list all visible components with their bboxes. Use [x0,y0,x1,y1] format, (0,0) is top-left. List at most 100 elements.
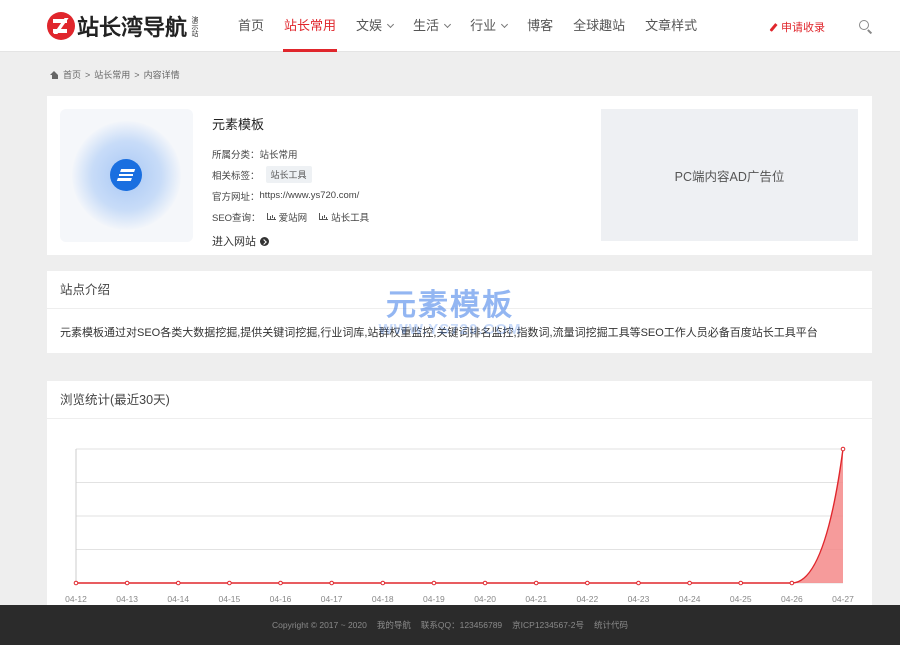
data-point [329,580,334,586]
site-url[interactable]: https://www.ys720.com/ [260,190,360,201]
x-tick-label: 04-27 [832,594,854,604]
nav-label: 站长常用 [284,18,337,33]
data-point [278,580,283,586]
x-tick-label: 04-21 [525,594,547,604]
home-icon [50,70,59,79]
chevron-down-icon [444,20,452,29]
x-tick-label: 04-17 [321,594,343,604]
breadcrumb-sep: > [134,69,140,80]
logo-icon [47,12,75,40]
x-tick-label: 04-12 [65,594,87,604]
site-logo-icon [110,159,142,191]
search-icon[interactable] [859,20,869,30]
data-point [227,580,232,586]
bar-chart-icon [266,213,276,220]
seo-label: SEO查询： [212,212,261,224]
data-point [585,580,590,586]
logo[interactable]: 站长湾导航 演示站 [47,11,198,41]
top-header: 站长湾导航 演示站 首页 站长常用 文娱 生活 行业 博客 全球趣站 文章样式 … [0,0,900,52]
x-tick-label: 04-15 [219,594,241,604]
site-intro-card: 站点介绍 元素模板通过对SEO各类大数据挖掘,提供关键词挖掘,行业词库,站群权重… [47,271,872,353]
nav-label: 博客 [527,18,554,33]
footer-link-nav[interactable]: 我的导航 [377,619,411,631]
data-point [533,580,539,586]
nav-label: 行业 [470,18,497,33]
apply-label: 申请收录 [781,22,825,34]
footer-icp[interactable]: 京ICP1234567-2号 [512,619,584,631]
stats-heading: 浏览统计(最近30天) [47,381,872,419]
nav-item-life[interactable]: 生活 [403,0,460,52]
breadcrumb-sep: > [85,69,91,80]
data-point [840,446,846,452]
chevron-down-icon [501,20,509,29]
site-thumbnail[interactable] [60,109,193,242]
x-tick-label: 04-19 [423,594,445,604]
nav-item-entertainment[interactable]: 文娱 [346,0,403,52]
data-point [789,580,795,586]
breadcrumb-home[interactable]: 首页 [63,68,81,81]
nav-label: 生活 [413,18,440,33]
x-tick-label: 04-14 [167,594,189,604]
site-tags-row: 相关标签： 站长工具 [212,164,369,185]
main-nav: 首页 站长常用 文娱 生活 行业 博客 全球趣站 文章样式 [228,0,707,52]
nav-item-webmaster[interactable]: 站长常用 [274,0,346,52]
nav-label: 首页 [238,18,265,33]
intro-text: 元素模板通过对SEO各类大数据挖掘,提供关键词挖掘,行业词库,站群权重监控,关键… [60,327,818,339]
breadcrumb: 首页 > 站长常用 > 内容详情 [50,68,180,81]
nav-label: 文章样式 [645,18,698,33]
nav-item-blog[interactable]: 博客 [517,0,563,52]
x-tick-label: 04-20 [474,594,496,604]
tags-label: 相关标签： [212,170,260,182]
nav-item-global[interactable]: 全球趣站 [563,0,635,52]
ad-slot[interactable]: PC端内容AD广告位 [601,109,858,241]
data-point [431,580,437,586]
data-point [175,580,181,586]
apply-listing-button[interactable]: 申请收录 [769,19,825,35]
logo-sub: 演示站 [191,15,199,37]
pencil-icon [769,22,778,32]
chevron-down-icon [387,20,395,29]
footer-stats-code[interactable]: 统计代码 [594,619,628,631]
x-tick-label: 04-26 [781,594,803,604]
x-tick-label: 04-23 [628,594,650,604]
data-point [380,580,386,586]
data-point [738,580,744,586]
category-link[interactable]: 站长常用 [260,147,298,161]
breadcrumb-category[interactable]: 站长常用 [94,68,130,81]
footer-contact-qq[interactable]: 联系QQ：123456789 [421,619,502,631]
x-tick-label: 04-18 [372,594,394,604]
nav-item-home[interactable]: 首页 [228,0,274,52]
x-tick-label: 04-24 [679,594,701,604]
logo-text: 站长湾导航 [77,15,188,40]
nav-item-industry[interactable]: 行业 [460,0,517,52]
data-point [636,580,641,586]
nav-label: 文娱 [356,18,383,33]
bar-chart-icon [319,213,329,220]
x-tick-label: 04-22 [576,594,598,604]
x-tick-label: 04-16 [270,594,292,604]
stats-card: 浏览统计(最近30天) 04-12 04-13 04-14 04-15 04-16 04-… [47,381,872,606]
intro-heading: 站点介绍 [47,271,872,309]
breadcrumb-current: 内容详情 [143,70,180,80]
data-point [687,580,692,586]
site-title: 元素模板 [212,117,265,132]
views-chart: 04-12 04-13 04-14 04-15 04-16 04-17 04-18 04-19… [65,446,854,604]
data-point [482,580,488,586]
nav-item-articles[interactable]: 文章样式 [635,0,707,52]
data-point [73,580,79,586]
category-label: 所属分类： [212,149,260,161]
site-info: 元素模板 所属分类： 站长常用 相关标签： 站长工具 官方网址： https:/… [212,114,369,249]
site-url-row: 官方网址： https://www.ys720.com/ [212,185,369,206]
arrow-circle-right-icon [260,236,269,246]
footer: Copyright © 2017 ~ 2020 我的导航 联系QQ：123456… [0,605,900,645]
tag-chip[interactable]: 站长工具 [265,166,312,183]
seo-link-chinaz[interactable]: 站长工具 [331,210,369,224]
ad-text: PC端内容AD广告位 [674,169,785,184]
site-category-row: 所属分类： 站长常用 [212,143,369,164]
seo-link-aizhan[interactable]: 爱站网 [279,210,308,224]
visit-site-button[interactable]: 进入网站 [212,233,369,249]
nav-label: 全球趣站 [573,18,626,33]
data-point [124,580,130,586]
site-detail-card: 元素模板 所属分类： 站长常用 相关标签： 站长工具 官方网址： https:/… [47,96,872,255]
x-tick-label: 04-25 [730,594,752,604]
